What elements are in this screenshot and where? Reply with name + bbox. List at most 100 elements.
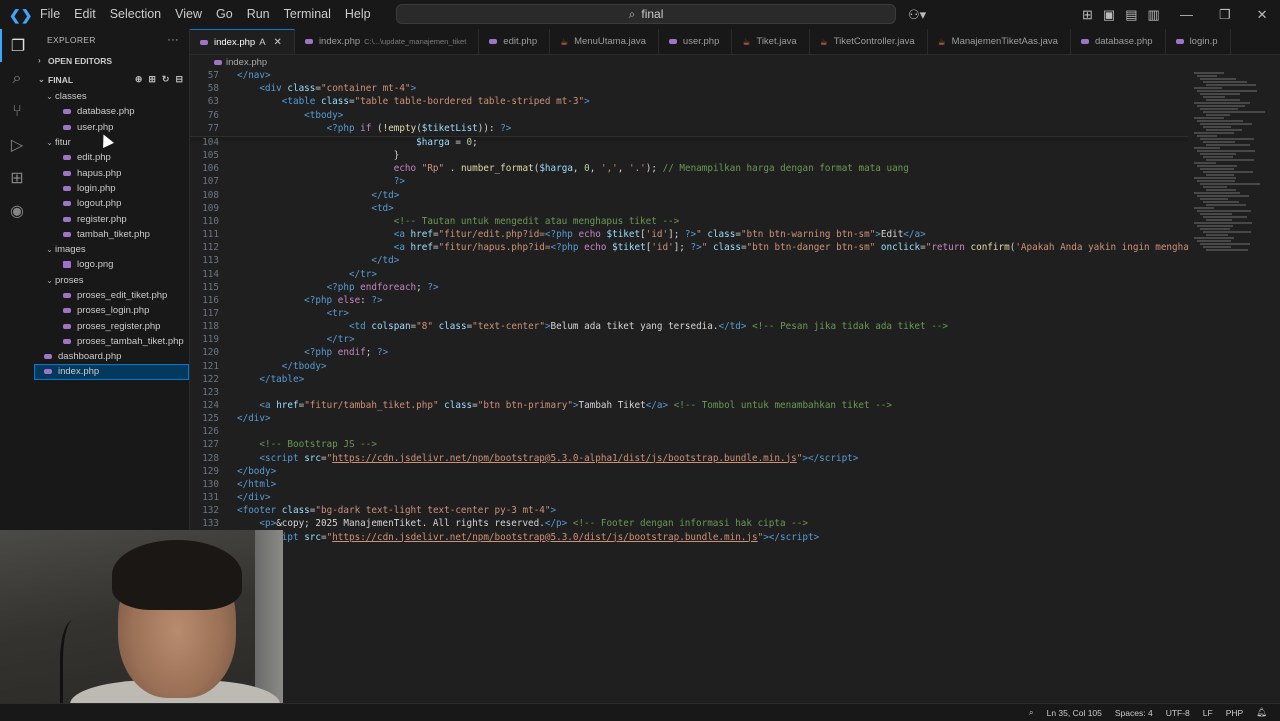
explorer-icon[interactable]: ❐ <box>0 29 34 62</box>
tab-label: Tiket.java <box>756 36 797 47</box>
new-folder-icon[interactable]: ⊞ <box>148 74 156 85</box>
tree-file[interactable]: proses_register.php <box>34 318 189 333</box>
new-file-icon[interactable]: ⊕ <box>135 74 143 85</box>
editor-scrollbar[interactable] <box>1271 68 1280 703</box>
close-window-icon[interactable]: ✕ <box>1257 7 1268 23</box>
line-number: 132 <box>202 505 219 517</box>
toggle-sidebar-icon[interactable]: ▣ <box>1103 7 1115 23</box>
editor-tab[interactable]: database.php <box>1071 29 1166 54</box>
code-editor[interactable]: 57 </nav> 58 <div class="container mt-4"> 6… <box>190 68 1188 703</box>
code-text: $harga = 0; <box>416 137 478 148</box>
code-text: <td> <box>371 202 394 214</box>
breadcrumb[interactable]: index.php <box>190 55 267 69</box>
menu-go[interactable]: Go <box>209 0 240 29</box>
refresh-icon[interactable]: ↻ <box>162 74 170 85</box>
tree-file[interactable]: proses_login.php <box>34 303 189 318</box>
copilot-icon[interactable]: ⚇▾ <box>908 0 926 29</box>
menu-selection[interactable]: Selection <box>103 0 168 29</box>
open-editors-section[interactable]: › OPEN EDITORS <box>34 51 189 70</box>
menu-view[interactable]: View <box>168 0 209 29</box>
minimap-line <box>1197 150 1255 152</box>
tree-file[interactable]: register.php <box>34 211 189 226</box>
minimap-line <box>1194 132 1234 134</box>
language-mode[interactable]: PHP <box>1226 708 1243 718</box>
tree-folder[interactable]: ⌄ classes <box>34 89 189 104</box>
tree-file[interactable]: proses_edit_tiket.php <box>34 288 189 303</box>
java-file-icon: ☕︎ <box>742 36 751 47</box>
collapse-all-icon[interactable]: ⊟ <box>175 74 183 85</box>
editor-tab[interactable]: index.php C:\...\update_manajemen_tiket <box>295 29 480 54</box>
code-text: <?php endif; ?> <box>304 347 389 359</box>
source-control-icon[interactable]: ⑂ <box>0 95 34 128</box>
tab-status: A <box>259 36 266 48</box>
zoom-icon[interactable]: ⌕ <box>1029 707 1034 718</box>
minimap-line <box>1200 213 1232 215</box>
customize-layout-icon[interactable]: ⊞ <box>1082 7 1093 23</box>
menu-file[interactable]: File <box>33 0 67 29</box>
tree-file[interactable]: logout.php <box>34 196 189 211</box>
tree-file[interactable]: dashboard.php <box>34 349 189 364</box>
toggle-panel-icon[interactable]: ▤ <box>1125 7 1137 23</box>
editor-tab[interactable]: ☕︎ ManajemenTiketAas.java <box>928 29 1071 54</box>
menu-edit[interactable]: Edit <box>67 0 103 29</box>
minimap-line <box>1197 225 1233 227</box>
cursor-position[interactable]: Ln 35, Col 105 <box>1047 708 1102 718</box>
editor-tab[interactable]: login.p <box>1166 29 1231 54</box>
line-number: 126 <box>202 426 219 438</box>
editor-tab[interactable]: edit.php <box>479 29 551 54</box>
minimap-line <box>1206 99 1240 101</box>
notifications-icon[interactable]: 🔔︎ <box>1256 707 1267 718</box>
run-debug-icon[interactable]: ▷ <box>0 128 34 161</box>
minimap-line <box>1194 147 1220 149</box>
editor-tab[interactable]: ☕︎ Tiket.java <box>732 29 810 54</box>
tree-file[interactable]: logo.png <box>34 257 189 272</box>
editor-tab[interactable]: ☕︎ TiketController.java <box>810 29 928 54</box>
minimap-line <box>1194 192 1240 194</box>
remote-explorer-icon[interactable]: ◉ <box>0 194 34 227</box>
tree-file[interactable]: user.php <box>34 120 189 135</box>
tree-file[interactable]: login.php <box>34 181 189 196</box>
tree-file[interactable]: hapus.php <box>34 165 189 180</box>
minimize-icon[interactable]: — <box>1180 7 1193 22</box>
code-text: <a href="fitur/edit.php?id=<?php echo $t… <box>393 229 926 241</box>
menu-run[interactable]: Run <box>240 0 277 29</box>
tree-file[interactable]: index.php <box>34 364 189 380</box>
toggle-secondary-sidebar-icon[interactable]: ▥ <box>1148 7 1160 23</box>
code-line: 114 </tr> <box>190 268 1188 281</box>
tree-file[interactable]: proses_tambah_tiket.php <box>34 334 189 349</box>
php-file-icon <box>63 124 71 130</box>
tree-folder[interactable]: ⌄ proses <box>34 273 189 288</box>
code-line: 131 </div> <box>190 491 1188 504</box>
restore-icon[interactable]: ❐ <box>1219 7 1231 23</box>
minimap[interactable] <box>1190 68 1270 268</box>
minimap-line <box>1197 135 1217 137</box>
close-tab-icon[interactable]: ✕ <box>274 37 282 48</box>
sticky-scroll-line: 77 <?php if (!empty($tiketList)): ?> <box>190 122 1188 135</box>
tab-label: login.p <box>1189 36 1218 47</box>
code-line: 126 <box>190 425 1188 438</box>
editor-tab[interactable]: ☕︎ MenuUtama.java <box>550 29 659 54</box>
indentation[interactable]: Spaces: 4 <box>1115 708 1153 718</box>
extensions-icon[interactable]: ⊞ <box>0 161 34 194</box>
encoding[interactable]: UTF-8 <box>1166 708 1190 718</box>
line-number: 121 <box>202 360 219 372</box>
more-actions-icon[interactable]: ··· <box>167 34 179 46</box>
tree-file[interactable]: edit.php <box>34 150 189 165</box>
tree-file[interactable]: database.php <box>34 104 189 119</box>
minimap-line <box>1200 138 1254 140</box>
php-file-icon <box>304 39 313 44</box>
editor-tab[interactable]: index.php A ✕ <box>190 29 295 54</box>
chevron-right-icon: › <box>38 56 41 65</box>
search-view-icon[interactable]: ⌕ <box>0 62 34 95</box>
editor-tab[interactable]: user.php <box>659 29 733 54</box>
menu-terminal[interactable]: Terminal <box>277 0 338 29</box>
line-number: 127 <box>202 439 219 451</box>
menu-help[interactable]: Help <box>338 0 378 29</box>
tree-folder[interactable]: ⌄ images <box>34 242 189 257</box>
workspace-folder-section[interactable]: ⌄ FINAL ⊕ ⊞ ↻ ⊟ <box>34 70 189 89</box>
line-number: 106 <box>202 163 219 175</box>
command-center-search[interactable]: ⌕ final <box>396 4 896 24</box>
end-of-line[interactable]: LF <box>1203 708 1213 718</box>
tree-file[interactable]: tambah_tiket.php <box>34 227 189 242</box>
code-line: 128 <script src="https://cdn.jsdelivr.ne… <box>190 452 1188 465</box>
